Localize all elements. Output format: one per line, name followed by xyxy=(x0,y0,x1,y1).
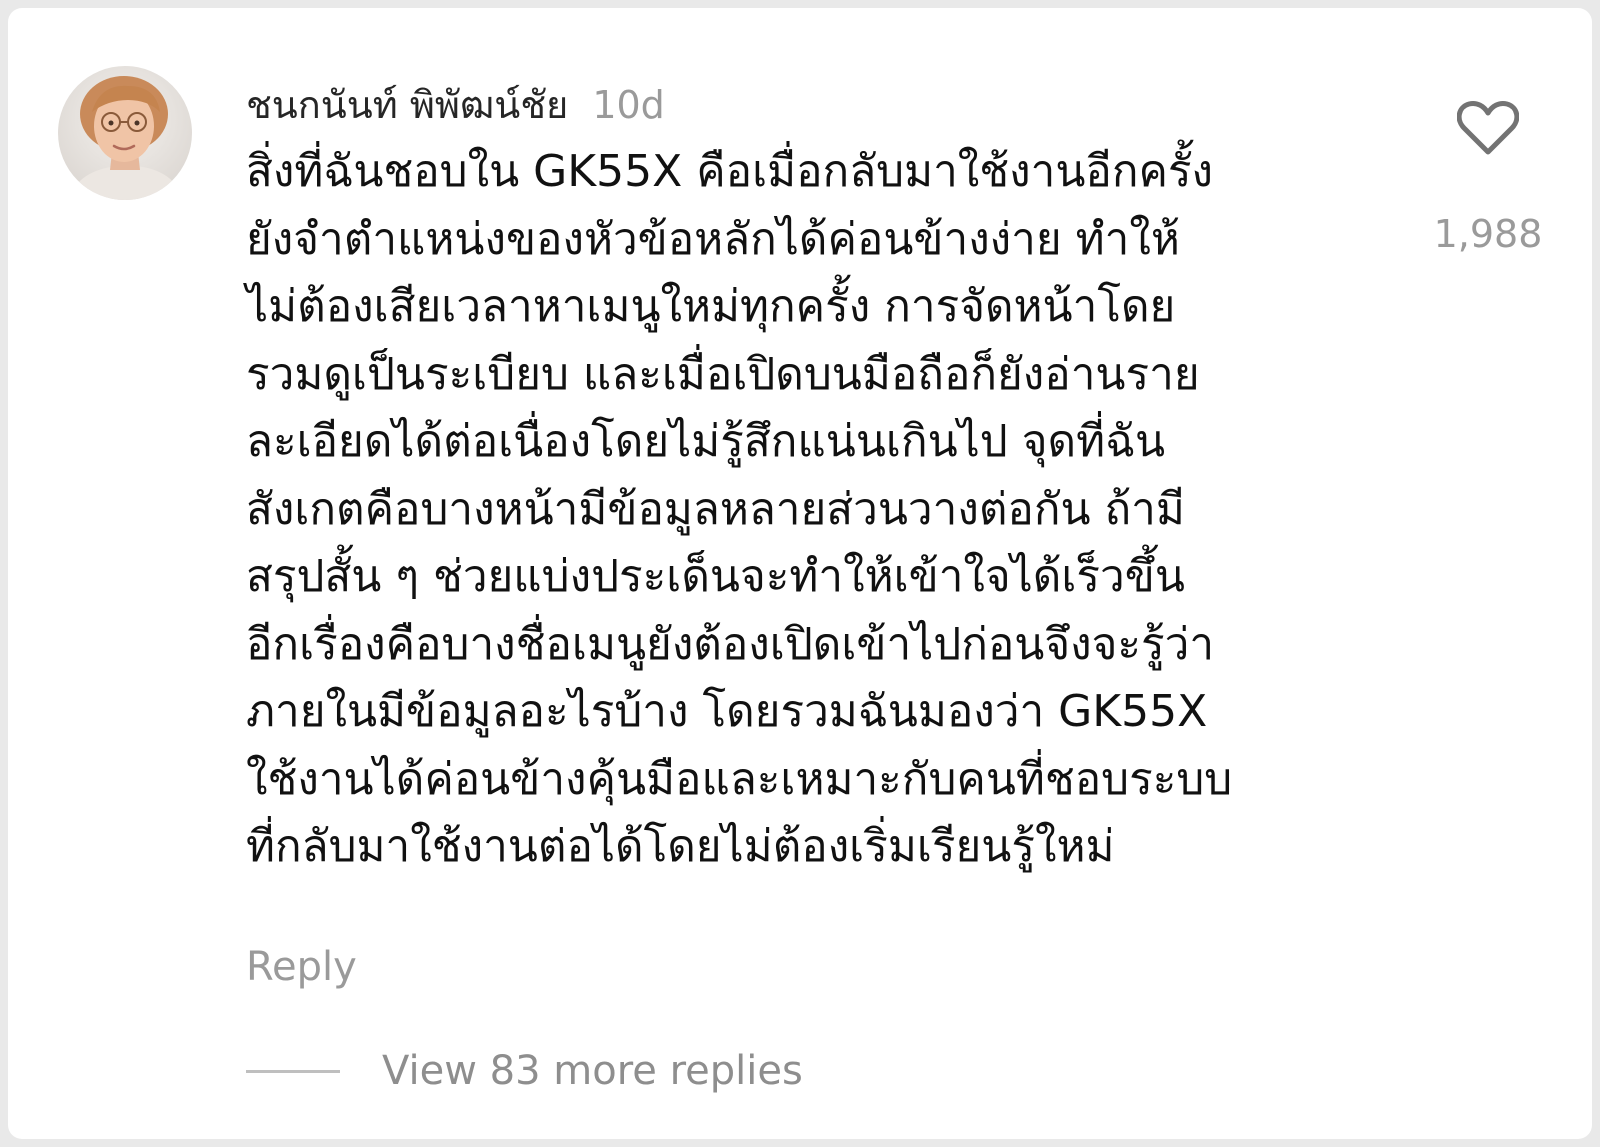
avatar-image xyxy=(58,66,192,200)
comment-text: สิ่งที่ฉันชอบใน GK55X คือเมื่อกลับมาใช้ง… xyxy=(246,146,1233,872)
view-replies-button[interactable]: View 83 more replies xyxy=(246,1048,803,1094)
comment-body: ชนกนันท์ พิพัฒน์ชัย 10d สิ่งที่ฉันชอบใน … xyxy=(246,74,1366,881)
like-count: 1,988 xyxy=(1433,212,1543,256)
username[interactable]: ชนกนันท์ พิพัฒน์ชัย xyxy=(246,74,568,135)
comment-card: ชนกนันท์ พิพัฒน์ชัย 10d สิ่งที่ฉันชอบใน … xyxy=(8,8,1592,1139)
like-area: 1,988 xyxy=(1418,100,1558,256)
heart-outline-icon[interactable] xyxy=(1457,100,1519,156)
timestamp: 10d xyxy=(592,83,665,127)
view-replies-label[interactable]: View 83 more replies xyxy=(382,1048,803,1094)
divider-line xyxy=(246,1069,340,1073)
avatar[interactable] xyxy=(58,66,192,200)
reply-button[interactable]: Reply xyxy=(246,944,357,990)
comment-header: ชนกนันท์ พิพัฒน์ชัย 10d xyxy=(246,74,1366,134)
